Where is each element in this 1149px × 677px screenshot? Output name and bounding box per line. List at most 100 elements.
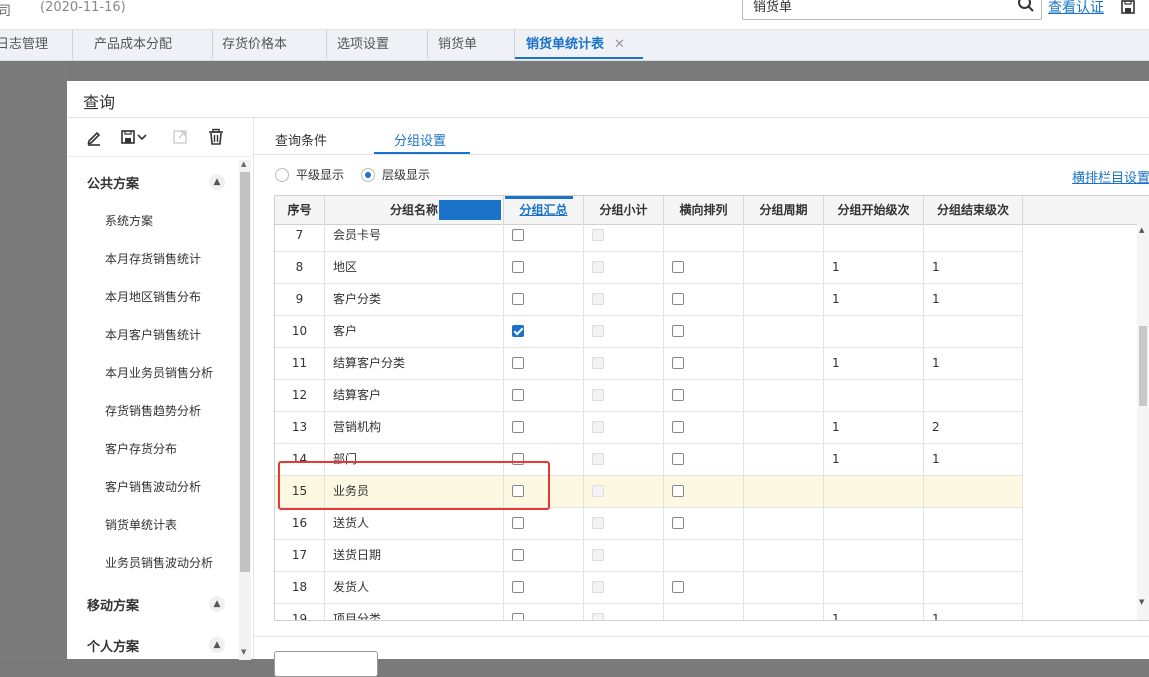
- horizontal-checkbox[interactable]: [672, 421, 684, 433]
- table-row[interactable]: 16 送货人: [275, 508, 1023, 540]
- tab-price-book[interactable]: 存货价格本: [222, 30, 327, 59]
- plan-item[interactable]: 本月地区销售分布: [105, 288, 201, 305]
- row-period[interactable]: [744, 412, 824, 443]
- col-horizontal[interactable]: 横向排列: [664, 196, 744, 224]
- group-sum-checkbox[interactable]: [512, 613, 524, 620]
- row-period[interactable]: [744, 380, 824, 411]
- scroll-down-icon[interactable]: ▼: [1139, 598, 1144, 606]
- table-row[interactable]: 11 结算客户分类 1 1: [275, 348, 1023, 380]
- horizontal-checkbox[interactable]: [672, 517, 684, 529]
- scroll-down-icon[interactable]: ▼: [241, 648, 246, 656]
- col-start-level[interactable]: 分组开始级次: [824, 196, 924, 224]
- row-end-level[interactable]: 1: [924, 252, 1023, 283]
- chevron-up-icon[interactable]: ▲: [209, 596, 225, 612]
- scroll-thumb[interactable]: [240, 172, 250, 572]
- row-period[interactable]: [744, 252, 824, 283]
- row-end-level[interactable]: [924, 224, 1023, 251]
- row-end-level[interactable]: 1: [924, 284, 1023, 315]
- group-sum-checkbox[interactable]: [512, 517, 524, 529]
- row-end-level[interactable]: 1: [924, 604, 1023, 620]
- row-end-level[interactable]: [924, 316, 1023, 347]
- table-row[interactable]: 8 地区 1 1: [275, 252, 1023, 284]
- table-row[interactable]: 7 会员卡号: [275, 224, 1023, 252]
- tab-cost[interactable]: 产品成本分配: [94, 30, 213, 59]
- col-sub[interactable]: 分组小计: [584, 196, 664, 224]
- group-sum-checkbox[interactable]: [512, 549, 524, 561]
- row-period[interactable]: [744, 572, 824, 603]
- close-icon[interactable]: ✕: [614, 37, 625, 52]
- search-icon[interactable]: [1017, 0, 1035, 13]
- horizontal-checkbox[interactable]: [672, 261, 684, 273]
- row-period[interactable]: [744, 224, 824, 251]
- plan-item[interactable]: 本月存货销售统计: [105, 250, 201, 267]
- tab-group-settings[interactable]: 分组设置: [394, 130, 446, 149]
- row-period[interactable]: [744, 540, 824, 571]
- row-start-level[interactable]: [824, 380, 924, 411]
- row-start-level[interactable]: [824, 476, 924, 507]
- row-start-level[interactable]: [824, 316, 924, 347]
- scroll-up-icon[interactable]: ▲: [241, 160, 246, 168]
- radio-tree[interactable]: [361, 168, 375, 182]
- group-mobile[interactable]: 移动方案: [87, 595, 139, 614]
- table-row[interactable]: 10 客户: [275, 316, 1023, 348]
- plan-item[interactable]: 销货单统计表: [105, 516, 177, 533]
- horizontal-checkbox[interactable]: [672, 453, 684, 465]
- verify-link[interactable]: 查看认证: [1048, 0, 1104, 17]
- tab-options[interactable]: 选项设置: [337, 30, 428, 59]
- grid-scrollbar[interactable]: ▲ ▼: [1137, 196, 1149, 620]
- cross-columns-link[interactable]: 横排栏目设置: [1072, 167, 1149, 186]
- row-period[interactable]: [744, 284, 824, 315]
- row-start-level[interactable]: 1: [824, 444, 924, 475]
- row-period[interactable]: [744, 604, 824, 620]
- horizontal-checkbox[interactable]: [672, 325, 684, 337]
- group-personal[interactable]: 个人方案: [87, 636, 139, 655]
- tab-log[interactable]: 日志管理: [0, 30, 73, 59]
- save-icon[interactable]: [1120, 0, 1136, 15]
- row-end-level[interactable]: [924, 508, 1023, 539]
- col-end-level[interactable]: 分组结束级次: [924, 196, 1023, 224]
- col-period[interactable]: 分组周期: [744, 196, 824, 224]
- scroll-thumb[interactable]: [1139, 326, 1147, 406]
- plan-item[interactable]: 系统方案: [105, 212, 153, 229]
- row-start-level[interactable]: 1: [824, 284, 924, 315]
- row-end-level[interactable]: [924, 540, 1023, 571]
- row-start-level[interactable]: 1: [824, 604, 924, 620]
- row-end-level[interactable]: 1: [924, 444, 1023, 475]
- group-sum-checkbox[interactable]: [512, 261, 524, 273]
- table-row[interactable]: 12 结算客户: [275, 380, 1023, 412]
- row-period[interactable]: [744, 508, 824, 539]
- horizontal-checkbox[interactable]: [672, 485, 684, 497]
- table-row[interactable]: 9 客户分类 1 1: [275, 284, 1023, 316]
- group-sum-checkbox[interactable]: [512, 325, 524, 337]
- group-sum-checkbox[interactable]: [512, 229, 524, 241]
- row-period[interactable]: [744, 444, 824, 475]
- sidebar-scrollbar[interactable]: ▲ ▼: [239, 160, 251, 660]
- row-period[interactable]: [744, 316, 824, 347]
- chevron-up-icon[interactable]: ▲: [209, 174, 225, 190]
- tab-sales-stats[interactable]: 销货单统计表 ✕: [515, 30, 643, 59]
- row-end-level[interactable]: [924, 476, 1023, 507]
- plan-item[interactable]: 本月业务员销售分析: [105, 364, 213, 381]
- col-seq[interactable]: 序号: [275, 196, 325, 224]
- search-input[interactable]: [751, 0, 1005, 14]
- row-end-level[interactable]: [924, 572, 1023, 603]
- plan-item[interactable]: 存货销售趋势分析: [105, 402, 201, 419]
- group-sum-checkbox[interactable]: [512, 581, 524, 593]
- col-sum[interactable]: 分组汇总: [504, 196, 584, 224]
- group-sum-checkbox[interactable]: [512, 421, 524, 433]
- edit-icon[interactable]: [85, 128, 103, 146]
- chevron-up-icon[interactable]: ▲: [209, 637, 225, 653]
- tab-sales-order[interactable]: 销货单: [438, 30, 515, 59]
- group-sum-checkbox[interactable]: [512, 389, 524, 401]
- row-period[interactable]: [744, 476, 824, 507]
- row-start-level[interactable]: 1: [824, 412, 924, 443]
- delete-icon[interactable]: [207, 128, 225, 146]
- row-period[interactable]: [744, 348, 824, 379]
- group-public[interactable]: 公共方案: [87, 173, 139, 192]
- plan-item[interactable]: 业务员销售波动分析: [105, 554, 213, 571]
- table-row[interactable]: 19 项目分类 1 1: [275, 604, 1023, 620]
- row-end-level[interactable]: [924, 380, 1023, 411]
- table-row[interactable]: 17 送货日期: [275, 540, 1023, 572]
- scroll-up-icon[interactable]: ▲: [1139, 226, 1144, 234]
- plan-item[interactable]: 客户存货分布: [105, 440, 177, 457]
